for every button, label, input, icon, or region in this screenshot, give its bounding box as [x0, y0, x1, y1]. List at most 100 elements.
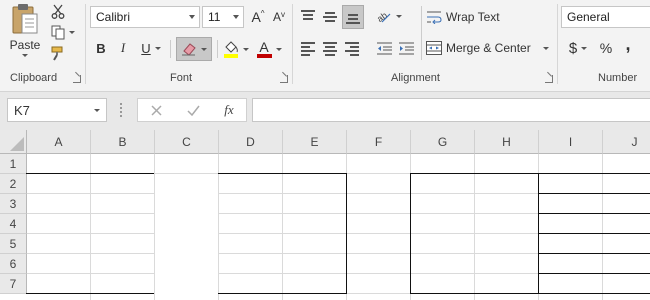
- row-header-3[interactable]: 3: [0, 194, 27, 214]
- fill-color-button[interactable]: [222, 37, 250, 61]
- grow-font-button[interactable]: A ^: [249, 7, 267, 27]
- chevron-down-icon: [201, 47, 207, 51]
- merge-center-button[interactable]: Merge & Center: [426, 37, 552, 59]
- underline-icon: U: [141, 40, 151, 56]
- underline-button[interactable]: U: [137, 38, 165, 58]
- insert-function-button[interactable]: fx: [218, 100, 240, 120]
- italic-button[interactable]: I: [115, 38, 131, 58]
- column-header-c[interactable]: C: [155, 130, 219, 154]
- top-align-button[interactable]: [298, 6, 318, 26]
- column-header-g[interactable]: G: [411, 130, 475, 154]
- merge-center-icon: [426, 41, 442, 55]
- paste-button[interactable]: Paste: [4, 2, 46, 64]
- border-bottom: [410, 293, 538, 294]
- gridline-vertical: [602, 154, 603, 300]
- column-header-e[interactable]: E: [283, 130, 347, 154]
- column-header-a[interactable]: A: [27, 130, 91, 154]
- font-color-swatch: [256, 54, 272, 58]
- cut-button[interactable]: [48, 2, 68, 20]
- caret-down-icon: v: [281, 9, 285, 19]
- function-icon: fx: [224, 102, 234, 117]
- border-horizontal: [538, 253, 650, 254]
- font-size-select[interactable]: 11: [202, 6, 244, 28]
- comma-style-button[interactable]: ,: [620, 34, 636, 58]
- clipboard-launcher-icon[interactable]: [73, 75, 81, 83]
- middle-align-button[interactable]: [320, 6, 340, 26]
- row-header-4[interactable]: 4: [0, 214, 27, 234]
- name-box-value: K7: [14, 102, 30, 118]
- column-header-i[interactable]: I: [539, 130, 603, 154]
- align-center-button[interactable]: [320, 38, 340, 58]
- select-all-button[interactable]: [0, 130, 27, 154]
- cancel-button[interactable]: [145, 100, 167, 120]
- formula-bar: K7 fx: [0, 92, 650, 130]
- column-header-h[interactable]: H: [475, 130, 539, 154]
- chevron-down-icon: [581, 46, 588, 50]
- bold-icon: B: [96, 40, 106, 56]
- align-center-icon: [323, 42, 337, 56]
- align-right-button[interactable]: [342, 38, 362, 58]
- column-header-f[interactable]: F: [347, 130, 411, 154]
- font-group-label: Font: [170, 72, 193, 84]
- name-box[interactable]: K7: [7, 98, 107, 122]
- font-color-letter: A: [259, 39, 269, 55]
- group-divider: [85, 4, 86, 84]
- wrap-text-button[interactable]: Wrap Text: [426, 6, 506, 28]
- copy-button[interactable]: [48, 23, 78, 41]
- drag-handle-icon[interactable]: [120, 103, 123, 117]
- chevron-down-icon: [22, 54, 28, 57]
- alignment-launcher-icon[interactable]: [545, 75, 553, 83]
- border-horizontal: [538, 273, 650, 274]
- row-header-5[interactable]: 5: [0, 234, 27, 254]
- percent-style-button[interactable]: %: [597, 38, 615, 58]
- border-top: [218, 173, 347, 174]
- row-header-2[interactable]: 2: [0, 174, 27, 194]
- ribbon-divider: [421, 6, 422, 60]
- row-header-6[interactable]: 6: [0, 254, 27, 274]
- align-left-button[interactable]: [298, 38, 318, 58]
- accounting-format-button[interactable]: $: [564, 38, 592, 58]
- dollar-icon: $: [568, 39, 578, 57]
- row-header-7[interactable]: 7: [0, 274, 27, 294]
- shrink-font-button[interactable]: A v: [270, 7, 288, 27]
- wrap-text-label: Wrap Text: [446, 10, 500, 24]
- border-bottom: [218, 293, 347, 294]
- formula-input[interactable]: [252, 98, 650, 122]
- format-painter-button[interactable]: [48, 44, 68, 62]
- bold-button[interactable]: B: [93, 38, 109, 58]
- font-color-button[interactable]: A: [254, 37, 284, 61]
- bottom-align-button[interactable]: [342, 5, 364, 29]
- enter-button[interactable]: [182, 100, 204, 120]
- gridline-vertical: [474, 154, 475, 300]
- column-header-j[interactable]: J: [603, 130, 650, 154]
- comma-icon: ,: [625, 33, 631, 54]
- border-horizontal: [538, 193, 650, 194]
- border-right: [346, 173, 347, 294]
- chevron-down-icon: [243, 47, 249, 51]
- group-divider: [292, 4, 293, 84]
- number-format-select[interactable]: General: [561, 6, 650, 28]
- chevron-down-icon: [189, 15, 195, 19]
- font-launcher-icon[interactable]: [280, 75, 288, 83]
- font-name-select[interactable]: Calibri: [90, 6, 200, 28]
- decrease-indent-button[interactable]: [374, 38, 394, 58]
- borders-button[interactable]: [176, 37, 212, 61]
- top-align-icon: [301, 10, 315, 22]
- eraser-icon: [182, 43, 196, 56]
- bottom-align-icon: [346, 11, 360, 24]
- orientation-button[interactable]: ab: [374, 6, 404, 26]
- format-painter-icon: [51, 46, 62, 61]
- column-header-b[interactable]: B: [91, 130, 155, 154]
- increase-indent-icon: [398, 42, 414, 54]
- border-horizontal: [538, 173, 650, 174]
- chevron-down-icon: [69, 30, 75, 34]
- font-name-value: Calibri: [96, 10, 131, 24]
- align-right-icon: [345, 42, 359, 56]
- font-size-value: 11: [208, 10, 221, 24]
- spreadsheet-grid: ABCDEFGHIJ 1234567: [0, 130, 650, 300]
- column-header-d[interactable]: D: [219, 130, 283, 154]
- middle-align-icon: [323, 10, 337, 22]
- increase-indent-button[interactable]: [396, 38, 416, 58]
- row-header-1[interactable]: 1: [0, 154, 27, 174]
- grow-font-icon: A: [251, 9, 261, 25]
